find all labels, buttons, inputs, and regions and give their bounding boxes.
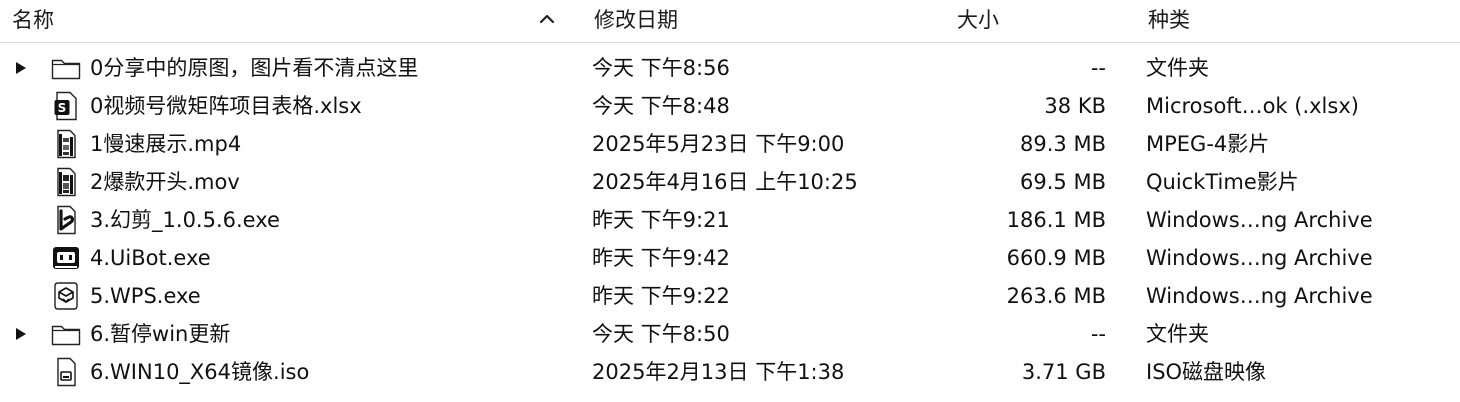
file-kind: Windows…ng Archive	[1146, 208, 1373, 232]
file-size: 3.71 GB	[1021, 360, 1106, 384]
column-header-kind[interactable]: 种类	[1148, 0, 1190, 42]
video-file-icon	[57, 167, 76, 197]
file-date-modified: 今天 下午8:50	[592, 322, 730, 346]
file-date-modified: 今天 下午8:48	[592, 94, 730, 118]
disclosure-triangle-icon[interactable]	[14, 326, 28, 342]
file-row[interactable]: 5.WPS.exe 昨天 下午9:22 263.6 MB Windows…ng …	[0, 277, 1460, 315]
app-exe-icon	[57, 205, 76, 235]
column-header-bar: 名称 修改日期 大小 种类	[0, 0, 1460, 43]
file-name: 0分享中的原图，图片看不清点这里	[90, 56, 419, 80]
file-row[interactable]: 6.暂停win更新 今天 下午8:50 -- 文件夹	[0, 315, 1460, 353]
file-date-modified: 2025年4月16日 上午10:25	[592, 170, 858, 194]
file-size: 69.5 MB	[1020, 170, 1106, 194]
file-date-modified: 2025年2月13日 下午1:38	[592, 360, 845, 384]
file-kind: Windows…ng Archive	[1146, 246, 1373, 270]
file-size: 263.6 MB	[1006, 284, 1106, 308]
file-kind: MPEG-4影片	[1146, 132, 1270, 156]
robot-exe-icon	[53, 247, 79, 269]
file-kind: 文件夹	[1146, 56, 1209, 80]
file-date-modified: 昨天 下午9:42	[592, 246, 730, 270]
folder-icon	[51, 59, 81, 80]
file-size: 660.9 MB	[1006, 246, 1106, 270]
file-size: 38 KB	[1044, 94, 1106, 118]
svg-text:S: S	[58, 101, 67, 115]
folder-icon	[51, 325, 81, 346]
column-header-date-modified[interactable]: 修改日期	[594, 0, 678, 42]
disclosure-triangle-icon[interactable]	[14, 60, 28, 76]
file-kind: 文件夹	[1146, 322, 1209, 346]
file-name: 1慢速展示.mp4	[90, 132, 242, 156]
file-size: --	[1090, 322, 1106, 346]
file-size: 89.3 MB	[1020, 132, 1106, 156]
file-kind: QuickTime影片	[1146, 170, 1299, 194]
column-header-name[interactable]: 名称	[12, 0, 54, 42]
file-row[interactable]: 2爆款开头.mov 2025年4月16日 上午10:25 69.5 MB Qui…	[0, 163, 1460, 201]
file-row[interactable]: 0分享中的原图，图片看不清点这里 今天 下午8:56 -- 文件夹	[0, 49, 1460, 87]
installer-exe-icon	[54, 282, 78, 310]
file-name: 4.UiBot.exe	[90, 246, 211, 270]
file-kind: Microsoft…ok (.xlsx)	[1146, 94, 1359, 118]
file-row[interactable]: 6.WIN10_X64镜像.iso 2025年2月13日 下午1:38 3.71…	[0, 353, 1460, 391]
file-date-modified: 今天 下午8:56	[592, 56, 730, 80]
file-date-modified: 昨天 下午9:21	[592, 208, 730, 232]
file-kind: ISO磁盘映像	[1146, 360, 1267, 384]
sort-ascending-icon[interactable]	[538, 10, 556, 28]
file-name: 5.WPS.exe	[90, 284, 201, 308]
file-name: 0视频号微矩阵项目表格.xlsx	[90, 94, 362, 118]
file-row[interactable]: 4.UiBot.exe 昨天 下午9:42 660.9 MB Windows…n…	[0, 239, 1460, 277]
file-list: 0分享中的原图，图片看不清点这里 今天 下午8:56 -- 文件夹 S 0视频号…	[0, 49, 1460, 391]
file-date-modified: 2025年5月23日 下午9:00	[592, 132, 845, 156]
file-date-modified: 昨天 下午9:22	[592, 284, 730, 308]
file-name: 2爆款开头.mov	[90, 170, 240, 194]
file-row[interactable]: 1慢速展示.mp4 2025年5月23日 下午9:00 89.3 MB MPEG…	[0, 125, 1460, 163]
file-name: 3.幻剪_1.0.5.6.exe	[90, 208, 280, 232]
spreadsheet-icon: S	[54, 91, 77, 121]
file-name: 6.暂停win更新	[90, 322, 231, 346]
file-row[interactable]: 3.幻剪_1.0.5.6.exe 昨天 下午9:21 186.1 MB Wind…	[0, 201, 1460, 239]
file-size: --	[1090, 56, 1106, 80]
file-kind: Windows…ng Archive	[1146, 284, 1373, 308]
file-name: 6.WIN10_X64镜像.iso	[90, 360, 310, 384]
column-header-size[interactable]: 大小	[957, 0, 999, 42]
video-file-icon	[57, 129, 76, 159]
file-row[interactable]: S 0视频号微矩阵项目表格.xlsx 今天 下午8:48 38 KB Micro…	[0, 87, 1460, 125]
file-size: 186.1 MB	[1006, 208, 1106, 232]
disk-image-icon	[57, 357, 76, 387]
